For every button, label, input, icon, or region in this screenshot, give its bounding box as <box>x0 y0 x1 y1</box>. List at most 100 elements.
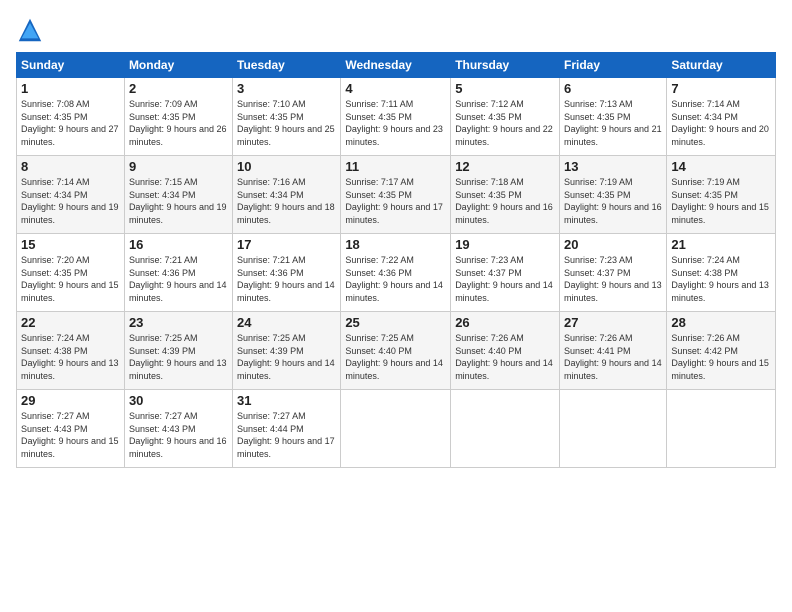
day-info: Sunrise: 7:21 AMSunset: 4:36 PMDaylight:… <box>237 255 335 303</box>
calendar-week-3: 15 Sunrise: 7:20 AMSunset: 4:35 PMDaylig… <box>17 234 776 312</box>
table-row: 30 Sunrise: 7:27 AMSunset: 4:43 PMDaylig… <box>124 390 232 468</box>
col-friday: Friday <box>560 53 667 78</box>
table-row: 1 Sunrise: 7:08 AMSunset: 4:35 PMDayligh… <box>17 78 125 156</box>
day-number: 11 <box>345 159 446 174</box>
table-row: 15 Sunrise: 7:20 AMSunset: 4:35 PMDaylig… <box>17 234 125 312</box>
header <box>16 16 776 44</box>
table-row: 18 Sunrise: 7:22 AMSunset: 4:36 PMDaylig… <box>341 234 451 312</box>
table-row <box>560 390 667 468</box>
day-info: Sunrise: 7:20 AMSunset: 4:35 PMDaylight:… <box>21 255 119 303</box>
day-number: 5 <box>455 81 555 96</box>
day-number: 30 <box>129 393 228 408</box>
table-row <box>667 390 776 468</box>
table-row: 13 Sunrise: 7:19 AMSunset: 4:35 PMDaylig… <box>560 156 667 234</box>
day-info: Sunrise: 7:17 AMSunset: 4:35 PMDaylight:… <box>345 177 443 225</box>
table-row: 28 Sunrise: 7:26 AMSunset: 4:42 PMDaylig… <box>667 312 776 390</box>
table-row <box>341 390 451 468</box>
table-row: 12 Sunrise: 7:18 AMSunset: 4:35 PMDaylig… <box>451 156 560 234</box>
day-number: 25 <box>345 315 446 330</box>
day-info: Sunrise: 7:18 AMSunset: 4:35 PMDaylight:… <box>455 177 553 225</box>
day-number: 1 <box>21 81 120 96</box>
day-info: Sunrise: 7:27 AMSunset: 4:43 PMDaylight:… <box>129 411 227 459</box>
day-number: 23 <box>129 315 228 330</box>
table-row: 21 Sunrise: 7:24 AMSunset: 4:38 PMDaylig… <box>667 234 776 312</box>
day-info: Sunrise: 7:26 AMSunset: 4:42 PMDaylight:… <box>671 333 769 381</box>
day-number: 26 <box>455 315 555 330</box>
day-info: Sunrise: 7:19 AMSunset: 4:35 PMDaylight:… <box>564 177 662 225</box>
day-info: Sunrise: 7:12 AMSunset: 4:35 PMDaylight:… <box>455 99 553 147</box>
day-info: Sunrise: 7:13 AMSunset: 4:35 PMDaylight:… <box>564 99 662 147</box>
table-row: 2 Sunrise: 7:09 AMSunset: 4:35 PMDayligh… <box>124 78 232 156</box>
calendar-week-1: 1 Sunrise: 7:08 AMSunset: 4:35 PMDayligh… <box>17 78 776 156</box>
calendar-table: Sunday Monday Tuesday Wednesday Thursday… <box>16 52 776 468</box>
table-row: 4 Sunrise: 7:11 AMSunset: 4:35 PMDayligh… <box>341 78 451 156</box>
day-number: 31 <box>237 393 336 408</box>
day-number: 15 <box>21 237 120 252</box>
table-row: 26 Sunrise: 7:26 AMSunset: 4:40 PMDaylig… <box>451 312 560 390</box>
calendar-header-row: Sunday Monday Tuesday Wednesday Thursday… <box>17 53 776 78</box>
table-row <box>451 390 560 468</box>
day-info: Sunrise: 7:16 AMSunset: 4:34 PMDaylight:… <box>237 177 335 225</box>
table-row: 31 Sunrise: 7:27 AMSunset: 4:44 PMDaylig… <box>233 390 341 468</box>
col-sunday: Sunday <box>17 53 125 78</box>
table-row: 3 Sunrise: 7:10 AMSunset: 4:35 PMDayligh… <box>233 78 341 156</box>
day-number: 17 <box>237 237 336 252</box>
col-saturday: Saturday <box>667 53 776 78</box>
day-info: Sunrise: 7:19 AMSunset: 4:35 PMDaylight:… <box>671 177 769 225</box>
day-number: 22 <box>21 315 120 330</box>
day-info: Sunrise: 7:24 AMSunset: 4:38 PMDaylight:… <box>21 333 119 381</box>
table-row: 5 Sunrise: 7:12 AMSunset: 4:35 PMDayligh… <box>451 78 560 156</box>
table-row: 8 Sunrise: 7:14 AMSunset: 4:34 PMDayligh… <box>17 156 125 234</box>
day-info: Sunrise: 7:22 AMSunset: 4:36 PMDaylight:… <box>345 255 443 303</box>
day-number: 3 <box>237 81 336 96</box>
day-number: 20 <box>564 237 662 252</box>
table-row: 25 Sunrise: 7:25 AMSunset: 4:40 PMDaylig… <box>341 312 451 390</box>
table-row: 6 Sunrise: 7:13 AMSunset: 4:35 PMDayligh… <box>560 78 667 156</box>
day-info: Sunrise: 7:27 AMSunset: 4:43 PMDaylight:… <box>21 411 119 459</box>
day-info: Sunrise: 7:21 AMSunset: 4:36 PMDaylight:… <box>129 255 227 303</box>
calendar-week-4: 22 Sunrise: 7:24 AMSunset: 4:38 PMDaylig… <box>17 312 776 390</box>
day-number: 29 <box>21 393 120 408</box>
day-number: 13 <box>564 159 662 174</box>
day-info: Sunrise: 7:26 AMSunset: 4:40 PMDaylight:… <box>455 333 553 381</box>
day-info: Sunrise: 7:09 AMSunset: 4:35 PMDaylight:… <box>129 99 227 147</box>
day-number: 27 <box>564 315 662 330</box>
table-row: 24 Sunrise: 7:25 AMSunset: 4:39 PMDaylig… <box>233 312 341 390</box>
day-info: Sunrise: 7:25 AMSunset: 4:40 PMDaylight:… <box>345 333 443 381</box>
table-row: 9 Sunrise: 7:15 AMSunset: 4:34 PMDayligh… <box>124 156 232 234</box>
calendar-week-5: 29 Sunrise: 7:27 AMSunset: 4:43 PMDaylig… <box>17 390 776 468</box>
logo <box>16 16 48 44</box>
day-number: 16 <box>129 237 228 252</box>
day-number: 10 <box>237 159 336 174</box>
table-row: 11 Sunrise: 7:17 AMSunset: 4:35 PMDaylig… <box>341 156 451 234</box>
table-row: 19 Sunrise: 7:23 AMSunset: 4:37 PMDaylig… <box>451 234 560 312</box>
day-number: 7 <box>671 81 771 96</box>
day-number: 6 <box>564 81 662 96</box>
table-row: 17 Sunrise: 7:21 AMSunset: 4:36 PMDaylig… <box>233 234 341 312</box>
day-info: Sunrise: 7:25 AMSunset: 4:39 PMDaylight:… <box>129 333 227 381</box>
day-info: Sunrise: 7:27 AMSunset: 4:44 PMDaylight:… <box>237 411 335 459</box>
col-thursday: Thursday <box>451 53 560 78</box>
day-info: Sunrise: 7:11 AMSunset: 4:35 PMDaylight:… <box>345 99 443 147</box>
logo-icon <box>16 16 44 44</box>
day-number: 2 <box>129 81 228 96</box>
day-info: Sunrise: 7:23 AMSunset: 4:37 PMDaylight:… <box>564 255 662 303</box>
day-info: Sunrise: 7:26 AMSunset: 4:41 PMDaylight:… <box>564 333 662 381</box>
day-info: Sunrise: 7:23 AMSunset: 4:37 PMDaylight:… <box>455 255 553 303</box>
day-number: 12 <box>455 159 555 174</box>
col-monday: Monday <box>124 53 232 78</box>
table-row: 16 Sunrise: 7:21 AMSunset: 4:36 PMDaylig… <box>124 234 232 312</box>
col-wednesday: Wednesday <box>341 53 451 78</box>
table-row: 20 Sunrise: 7:23 AMSunset: 4:37 PMDaylig… <box>560 234 667 312</box>
table-row: 10 Sunrise: 7:16 AMSunset: 4:34 PMDaylig… <box>233 156 341 234</box>
day-info: Sunrise: 7:14 AMSunset: 4:34 PMDaylight:… <box>21 177 119 225</box>
table-row: 29 Sunrise: 7:27 AMSunset: 4:43 PMDaylig… <box>17 390 125 468</box>
table-row: 14 Sunrise: 7:19 AMSunset: 4:35 PMDaylig… <box>667 156 776 234</box>
calendar-week-2: 8 Sunrise: 7:14 AMSunset: 4:34 PMDayligh… <box>17 156 776 234</box>
day-info: Sunrise: 7:24 AMSunset: 4:38 PMDaylight:… <box>671 255 769 303</box>
day-number: 9 <box>129 159 228 174</box>
day-info: Sunrise: 7:10 AMSunset: 4:35 PMDaylight:… <box>237 99 335 147</box>
day-info: Sunrise: 7:25 AMSunset: 4:39 PMDaylight:… <box>237 333 335 381</box>
day-number: 4 <box>345 81 446 96</box>
day-number: 19 <box>455 237 555 252</box>
